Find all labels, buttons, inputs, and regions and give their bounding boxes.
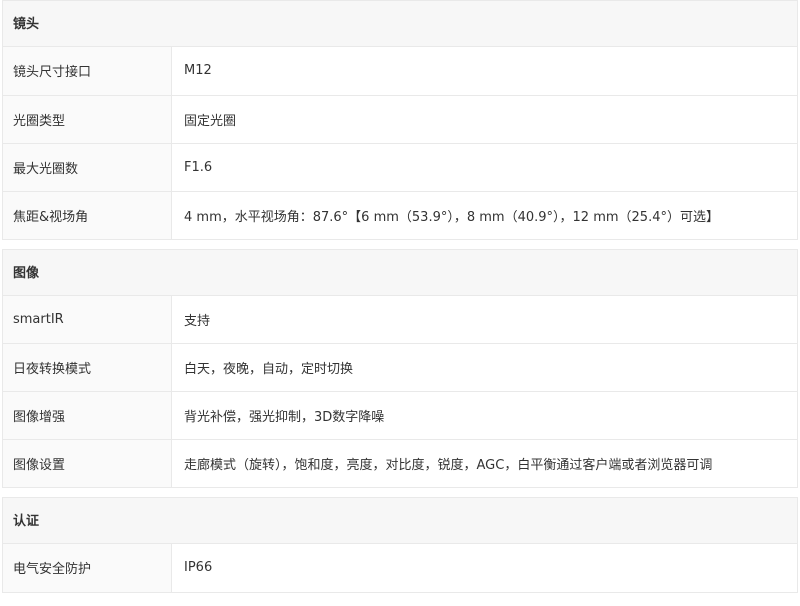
table-row: 镜头尺寸接口 M12 [2,47,798,96]
row-value: 固定光圈 [171,95,798,144]
row-label: 图像增强 [2,391,172,440]
spec-table: 镜头尺寸接口 M12 光圈类型 固定光圈 最大光圈数 F1.6 焦距&视场角 4… [2,47,798,240]
table-row: 光圈类型 固定光圈 [2,95,798,144]
spec-page: 镜头 镜头尺寸接口 M12 光圈类型 固定光圈 最大光圈数 F1.6 焦距&视场… [0,0,800,606]
table-row: 日夜转换模式 白天，夜晚，自动，定时切换 [2,343,798,392]
section-certification: 认证 电气安全防护 IP66 [2,497,798,593]
table-row: 最大光圈数 F1.6 [2,143,798,192]
row-label: smartIR [2,295,172,344]
row-label: 镜头尺寸接口 [2,47,172,96]
section-header: 认证 [2,497,798,544]
row-label: 最大光圈数 [2,143,172,192]
table-row: smartIR 支持 [2,295,798,344]
row-value: 走廊模式（旋转），饱和度，亮度，对比度，锐度，AGC，白平衡通过客户端或者浏览器… [171,439,798,488]
spec-table: 电气安全防护 IP66 [2,544,798,593]
row-value: IP66 [171,544,798,593]
section-lens: 镜头 镜头尺寸接口 M12 光圈类型 固定光圈 最大光圈数 F1.6 焦距&视场… [2,0,798,240]
row-value: M12 [171,47,798,96]
spec-table: smartIR 支持 日夜转换模式 白天，夜晚，自动，定时切换 图像增强 背光补… [2,295,798,488]
section-header: 图像 [2,248,798,296]
row-value: 4 mm，水平视场角：87.6°【6 mm（53.9°），8 mm（40.9°）… [171,191,798,240]
section-header: 镜头 [2,0,798,47]
row-value: F1.6 [171,143,798,192]
section-image: 图像 smartIR 支持 日夜转换模式 白天，夜晚，自动，定时切换 图像增强 … [2,248,798,488]
row-value: 背光补偿，强光抑制，3D数字降噪 [171,391,798,440]
row-value: 白天，夜晚，自动，定时切换 [171,343,798,392]
table-row: 图像设置 走廊模式（旋转），饱和度，亮度，对比度，锐度，AGC，白平衡通过客户端… [2,439,798,488]
row-label: 光圈类型 [2,95,172,144]
row-label: 焦距&视场角 [2,191,172,240]
table-row: 图像增强 背光补偿，强光抑制，3D数字降噪 [2,391,798,440]
row-label: 电气安全防护 [2,544,172,593]
row-label: 日夜转换模式 [2,343,172,392]
row-value: 支持 [171,295,798,344]
table-row: 电气安全防护 IP66 [2,544,798,593]
row-label: 图像设置 [2,439,172,488]
table-row: 焦距&视场角 4 mm，水平视场角：87.6°【6 mm（53.9°），8 mm… [2,191,798,240]
